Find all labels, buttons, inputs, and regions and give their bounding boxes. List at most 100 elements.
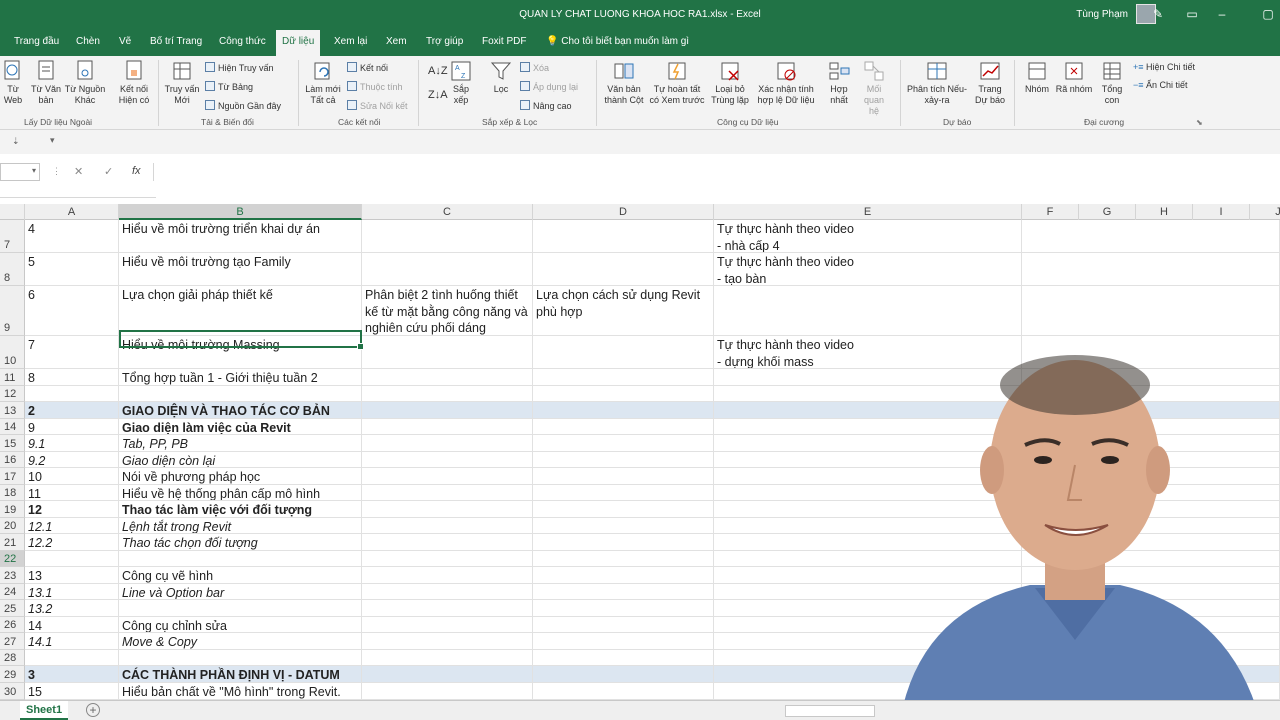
column-header-a[interactable]: A (25, 204, 119, 220)
from-web-button[interactable]: Từ Web (2, 60, 24, 106)
cell-d[interactable] (533, 666, 714, 683)
cell-b[interactable]: Tổng hợp tuần 1 - Giới thiệu tuần 2 (119, 369, 362, 386)
cell-a[interactable]: 3 (25, 666, 119, 683)
cell-d[interactable] (533, 682, 714, 700)
cell-d[interactable] (533, 517, 714, 534)
row-header[interactable]: 27 (0, 633, 25, 650)
column-header-b[interactable]: B (119, 204, 362, 220)
tab-foxit-pdf[interactable]: Foxit PDF (482, 30, 526, 56)
cell-b[interactable]: Công cụ chỉnh sửa (119, 616, 362, 633)
cell-b[interactable]: Thao tác chọn đối tượng (119, 534, 362, 551)
cell-a[interactable]: 7 (25, 336, 119, 369)
row-header[interactable]: 11 (0, 369, 25, 386)
cell-a[interactable]: 13 (25, 567, 119, 584)
cell-d[interactable] (533, 435, 714, 452)
row-header[interactable]: 9 (0, 286, 25, 336)
text-to-columns-button[interactable]: Văn bản thành Cột (603, 60, 645, 106)
cell-d[interactable] (533, 501, 714, 518)
cell-a[interactable]: 12.1 (25, 517, 119, 534)
what-if-analysis-button[interactable]: Phân tích Nếu- xảy-ra (906, 60, 968, 106)
column-header-j[interactable]: J (1250, 204, 1280, 220)
tab-insert[interactable]: Chèn (76, 30, 100, 56)
cell-c[interactable] (362, 435, 533, 452)
show-queries-button[interactable]: Hiện Truy vấn (205, 62, 274, 74)
tab-home[interactable]: Trang đầu (14, 30, 59, 56)
column-header-f[interactable]: F (1022, 204, 1079, 220)
cell-b[interactable]: Line và Option bar (119, 583, 362, 600)
cell-b[interactable] (119, 550, 362, 567)
row-header[interactable]: 24 (0, 583, 25, 600)
column-header-h[interactable]: H (1136, 204, 1193, 220)
cell-a[interactable]: 11 (25, 484, 119, 501)
row-header[interactable]: 30 (0, 682, 25, 700)
cell-a[interactable]: 14.1 (25, 633, 119, 650)
pen-icon[interactable]: ✎ (1150, 6, 1166, 22)
row-header[interactable]: 22 (0, 550, 25, 567)
cell-c[interactable] (362, 501, 533, 518)
cell-c[interactable] (362, 666, 533, 683)
tab-draw[interactable]: Vẽ (119, 30, 131, 56)
row-header[interactable]: 19 (0, 501, 25, 518)
hide-detail-button[interactable]: −≡ Ẩn Chi tiết (1133, 80, 1188, 91)
active-cell-b22[interactable] (119, 330, 364, 350)
cell-d[interactable] (533, 253, 714, 286)
sort-za-button[interactable]: Z↓A (428, 90, 448, 101)
cell-a[interactable]: 13.1 (25, 583, 119, 600)
cell-d[interactable] (533, 220, 714, 253)
sort-az-button[interactable]: A↓Z (428, 66, 448, 77)
select-all-corner[interactable] (0, 204, 25, 220)
cell-d[interactable] (533, 633, 714, 650)
cell-d[interactable] (533, 567, 714, 584)
cell-d[interactable] (533, 534, 714, 551)
tab-page-layout[interactable]: Bố trí Trang (150, 30, 202, 56)
cell-a[interactable]: 12.2 (25, 534, 119, 551)
cell-c[interactable] (362, 633, 533, 650)
cell-b[interactable] (119, 600, 362, 617)
cell-d[interactable] (533, 369, 714, 386)
cell-c[interactable] (362, 402, 533, 419)
row-header[interactable]: 13 (0, 402, 25, 419)
cell-a[interactable]: 8 (25, 369, 119, 386)
cell-c[interactable] (362, 583, 533, 600)
cell-c[interactable] (362, 418, 533, 435)
cell-a[interactable] (25, 550, 119, 567)
consolidate-button[interactable]: Hợp nhất (826, 60, 852, 106)
ungroup-button[interactable]: Rã nhóm (1054, 60, 1094, 95)
horizontal-scrollbar[interactable] (785, 705, 875, 717)
cell-b[interactable]: Giao diện còn lại (119, 451, 362, 468)
cell-b[interactable]: CÁC THÀNH PHẦN ĐỊNH VỊ - DATUM (119, 666, 362, 683)
cell-b[interactable]: Thao tác làm việc với đối tượng (119, 501, 362, 518)
cell-b[interactable]: Hiểu về môi trường tạo Family (119, 253, 362, 286)
cell-b[interactable]: Công cụ vẽ hình (119, 567, 362, 584)
cell-e[interactable]: Tự thực hành theo video - tạo bàn (714, 253, 1022, 286)
cell-a[interactable]: 9 (25, 418, 119, 435)
row-header[interactable]: 26 (0, 616, 25, 633)
formula-input[interactable] (156, 163, 1280, 199)
connections-button[interactable]: Kết nối (347, 62, 388, 74)
row-header[interactable]: 7 (0, 220, 25, 253)
cell-a[interactable]: 13.2 (25, 600, 119, 617)
clear-filter-button[interactable]: Xóa (520, 62, 549, 74)
cell-b[interactable] (119, 385, 362, 402)
data-validation-button[interactable]: Xác nhận tính hợp lệ Dữ liệu (754, 60, 818, 106)
row-header[interactable]: 15 (0, 435, 25, 452)
edit-links-button[interactable]: Sửa Nối kết (347, 100, 408, 112)
row-header[interactable]: 23 (0, 567, 25, 584)
recent-sources-button[interactable]: Nguồn Gần đây (205, 100, 281, 112)
tab-help[interactable]: Trợ giúp (426, 30, 463, 56)
from-table-button[interactable]: Từ Bảng (205, 81, 253, 93)
cell-a[interactable]: 2 (25, 402, 119, 419)
cell-a[interactable]: 15 (25, 682, 119, 700)
cell-c[interactable] (362, 385, 533, 402)
cell-a[interactable] (25, 385, 119, 402)
column-header-e[interactable]: E (714, 204, 1022, 220)
cell-d[interactable]: Lựa chọn cách sử dụng Revit phù hợp (533, 286, 714, 336)
cell-a[interactable] (25, 649, 119, 666)
cell-b[interactable]: Move & Copy (119, 633, 362, 650)
cell-b[interactable]: Lệnh tắt trong Revit (119, 517, 362, 534)
row-header[interactable]: 17 (0, 468, 25, 485)
cell-c[interactable] (362, 534, 533, 551)
cell-e[interactable] (714, 286, 1022, 336)
user-name[interactable]: Tùng Phạm (1076, 9, 1128, 20)
ribbon-display-icon[interactable]: ▭ (1184, 6, 1200, 22)
